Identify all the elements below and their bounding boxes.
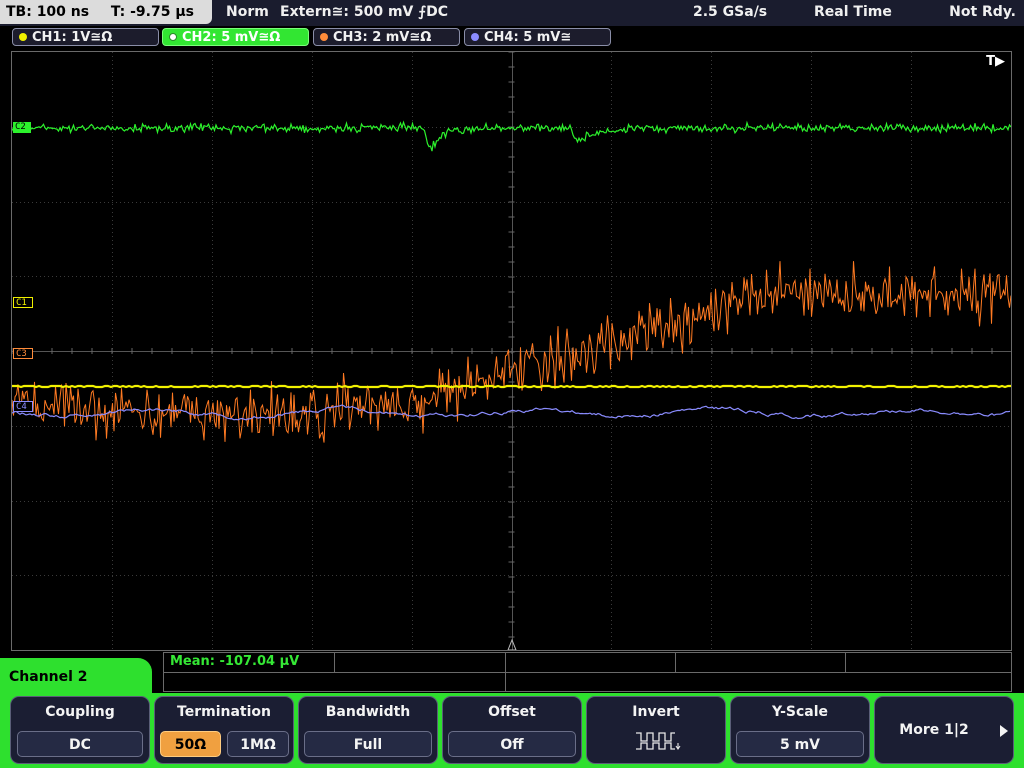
- channel-2-dot-icon: [169, 33, 177, 41]
- channel-1-tab[interactable]: CH1: 1V≅Ω: [12, 28, 159, 46]
- trigger-status: Not Rdy.: [949, 4, 1016, 20]
- bandwidth-value[interactable]: Full: [304, 731, 432, 757]
- bandwidth-title: Bandwidth: [325, 704, 411, 720]
- termination-title: Termination: [177, 704, 271, 720]
- channel-4-dot-icon: [471, 33, 479, 41]
- offset-softkey[interactable]: Offset Off: [442, 696, 582, 764]
- yscale-value[interactable]: 5 mV: [736, 731, 864, 757]
- more-label: More 1|2: [899, 722, 969, 738]
- offset-value[interactable]: Off: [448, 731, 576, 757]
- measurement-row: Mean: -107.04 µV: [164, 653, 1011, 673]
- invert-softkey[interactable]: Invert: [586, 696, 726, 764]
- channel-2-label: CH2: 5 mV≅Ω: [182, 30, 281, 45]
- offset-title: Offset: [488, 704, 536, 720]
- timebase-box[interactable]: TB: 100 ns T: -9.75 µs: [0, 0, 212, 24]
- channel-1-trace: [12, 384, 1011, 389]
- sample-rate: 2.5 GSa/s: [693, 4, 768, 20]
- acquisition-mode: Real Time: [814, 4, 892, 20]
- measurement-divider: [845, 653, 846, 672]
- termination-50-ohm-option[interactable]: 50Ω: [160, 731, 221, 757]
- trigger-mode[interactable]: Norm: [226, 0, 269, 24]
- invert-waveform-icon: [636, 732, 681, 750]
- waveform-display[interactable]: T▶ C2 C1 C3 C4: [11, 51, 1012, 651]
- menu-title: Channel 2: [9, 669, 88, 685]
- channel-2-marker[interactable]: C2: [13, 122, 31, 133]
- channel-1-dot-icon: [19, 33, 27, 41]
- yscale-softkey[interactable]: Y-Scale 5 mV: [730, 696, 870, 764]
- channel-4-tab[interactable]: CH4: 5 mV≅: [464, 28, 611, 46]
- measurement-panel: Mean: -107.04 µV: [163, 652, 1012, 692]
- channel-2-tab[interactable]: CH2: 5 mV≅Ω: [162, 28, 309, 46]
- channel-3-label: CH3: 2 mV≅Ω: [333, 30, 432, 45]
- yscale-title: Y-Scale: [771, 704, 828, 720]
- coupling-title: Coupling: [45, 704, 115, 720]
- measurement-divider: [505, 672, 506, 692]
- trigger-time-value: T: -9.75 µs: [110, 4, 194, 20]
- channel-1-marker[interactable]: C1: [13, 297, 33, 308]
- bandwidth-softkey[interactable]: Bandwidth Full: [298, 696, 438, 764]
- waveform-canvas: [12, 52, 1011, 650]
- measurement-divider: [334, 653, 335, 672]
- termination-softkey[interactable]: Termination 50Ω 1MΩ: [154, 696, 294, 764]
- trigger-flag-icon: T▶: [986, 54, 1005, 69]
- coupling-softkey[interactable]: Coupling DC: [10, 696, 150, 764]
- coupling-value[interactable]: DC: [17, 731, 143, 757]
- termination-1m-ohm-option[interactable]: 1MΩ: [227, 731, 289, 757]
- more-softkey[interactable]: More 1|2: [874, 696, 1014, 764]
- graticule: [12, 52, 1011, 650]
- mean-measurement: Mean: -107.04 µV: [170, 654, 300, 669]
- channel-4-marker[interactable]: C4: [13, 401, 33, 412]
- trigger-source[interactable]: Extern≅: 500 mV ⨍DC: [280, 0, 448, 24]
- measurement-divider: [505, 653, 506, 672]
- channel-3-dot-icon: [320, 33, 328, 41]
- channel-bar: CH1: 1V≅Ω CH2: 5 mV≅Ω CH3: 2 mV≅Ω CH4: 5…: [0, 26, 1024, 50]
- measurement-divider: [675, 653, 676, 672]
- channel-1-label: CH1: 1V≅Ω: [32, 30, 113, 45]
- invert-title: Invert: [632, 704, 680, 720]
- channel-3-tab[interactable]: CH3: 2 mV≅Ω: [313, 28, 460, 46]
- arrow-right-icon: [1000, 725, 1008, 737]
- status-bar: TB: 100 ns T: -9.75 µs Norm Extern≅: 500…: [0, 0, 1024, 26]
- timebase-value: TB: 100 ns: [6, 4, 90, 20]
- channel-3-marker[interactable]: C3: [13, 348, 33, 359]
- channel-4-label: CH4: 5 mV≅: [484, 30, 572, 45]
